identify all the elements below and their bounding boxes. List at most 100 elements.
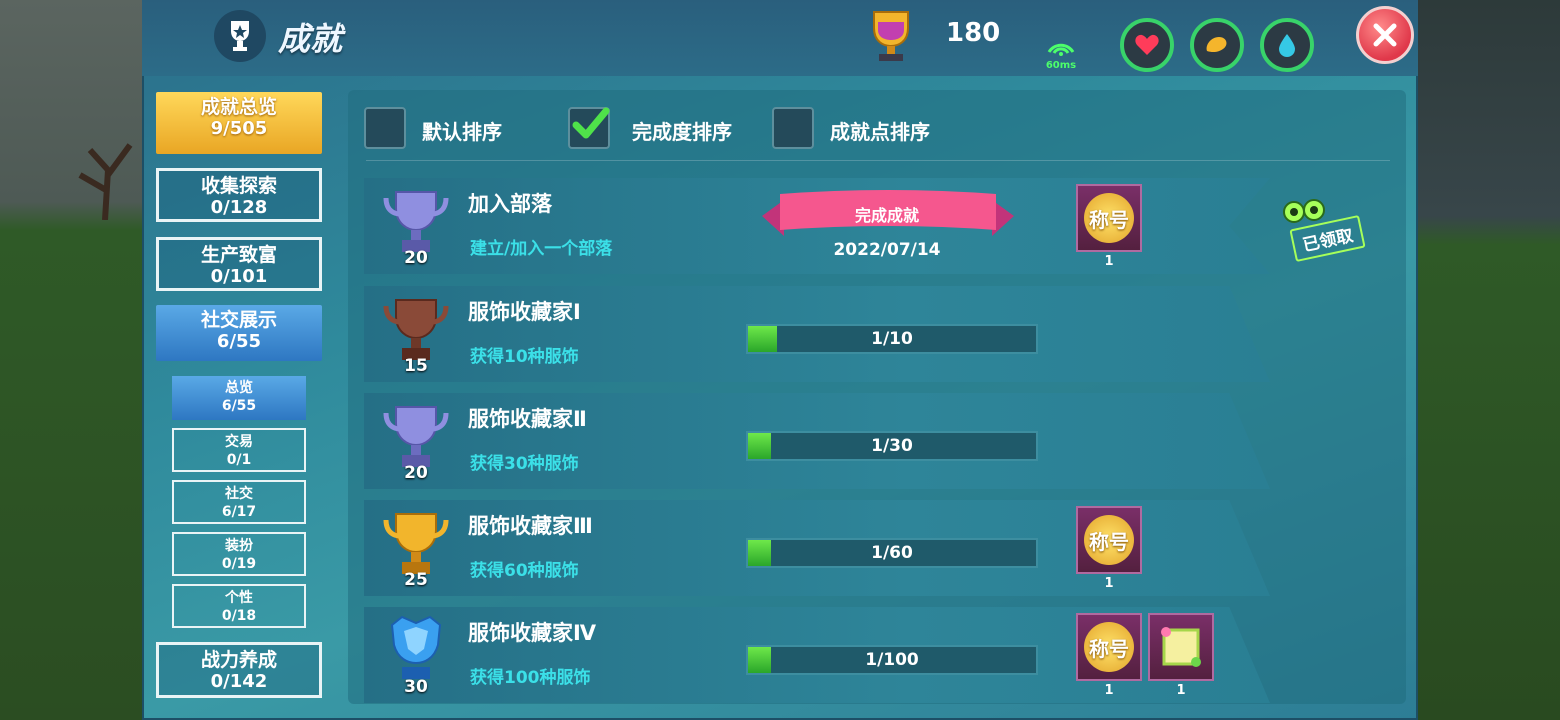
subcategory-count: 6/17 xyxy=(221,504,257,520)
trophy-points: 20 xyxy=(404,463,428,483)
close-button[interactable] xyxy=(1356,6,1414,64)
ping-value: 60ms xyxy=(1045,60,1077,71)
trophy-points: 25 xyxy=(404,570,428,590)
subcategory-dressup[interactable]: 装扮 0/19 xyxy=(172,532,306,576)
reward-count: 1 xyxy=(1104,254,1114,269)
game-world-background-left xyxy=(0,0,142,720)
category-label: 成就总览 xyxy=(200,96,277,118)
reward-count: 1 xyxy=(1104,683,1114,698)
frame-reward-button[interactable] xyxy=(1148,613,1214,681)
progress-text: 1/30 xyxy=(871,436,913,456)
achievement-description: 获得100种服饰 xyxy=(470,668,591,688)
sort-options: 默认排序 完成度排序 成就点排序 xyxy=(364,104,1394,152)
progress-bar: 1/60 xyxy=(746,538,1038,568)
silver-trophy-icon: 20 xyxy=(382,401,450,483)
subcategory-trade[interactable]: 交易 0/1 xyxy=(172,428,306,472)
achievement-points-trophy-icon xyxy=(873,11,909,61)
progress-bar: 1/10 xyxy=(746,324,1038,354)
trophy-title-icon xyxy=(214,10,266,62)
achievement-name: 服饰收藏家Ⅲ xyxy=(468,514,593,538)
subcategory-label: 个性 xyxy=(225,590,253,606)
progress-text: 1/60 xyxy=(871,543,913,563)
sort-default-checkbox[interactable] xyxy=(364,107,406,149)
category-count: 9/505 xyxy=(210,118,268,139)
crystal-trophy-icon: 30 xyxy=(382,615,450,697)
achievement-name: 服饰收藏家Ⅰ xyxy=(468,300,581,324)
achievement-row[interactable]: 20 服饰收藏家Ⅱ 获得30种服饰 1/30 xyxy=(364,393,1270,489)
category-label: 战力养成 xyxy=(200,649,277,671)
achievement-name: 服饰收藏家Ⅳ xyxy=(468,621,597,645)
subcategory-label: 总览 xyxy=(225,380,253,396)
trophy-points: 20 xyxy=(404,248,428,268)
thirst-button[interactable] xyxy=(1260,18,1314,72)
decor-frame-icon xyxy=(1161,627,1201,667)
sort-points-label: 成就点排序 xyxy=(830,120,930,144)
bronze-trophy-icon: 15 xyxy=(382,294,450,376)
subcategory-overview[interactable]: 总览 6/55 xyxy=(172,376,306,420)
achievement-panel: 成就 180 60ms 成就总览 9/505 收集探索 0/128 生产致富 0… xyxy=(142,0,1418,720)
heart-icon xyxy=(1135,34,1159,55)
title-reward-button[interactable]: 称号 xyxy=(1076,613,1142,681)
water-drop-icon xyxy=(1279,34,1295,57)
achievement-row[interactable]: 15 服饰收藏家Ⅰ 获得10种服饰 1/10 xyxy=(364,286,1270,382)
subcategory-count: 6/55 xyxy=(221,398,257,414)
completion-date: 2022/07/14 xyxy=(833,240,941,260)
category-label: 生产致富 xyxy=(200,244,277,266)
game-world-background-right xyxy=(1418,0,1560,720)
subcategory-label: 装扮 xyxy=(225,538,253,554)
achievement-row[interactable]: 25 服饰收藏家Ⅲ 获得60种服饰 1/60 称号 1 xyxy=(364,500,1270,596)
heart-button[interactable] xyxy=(1120,18,1174,72)
category-label: 收集探索 xyxy=(200,175,277,197)
achievement-description: 获得60种服饰 xyxy=(470,561,579,581)
checkmark-icon xyxy=(572,107,610,139)
bare-tree-icon xyxy=(78,143,133,220)
category-overview[interactable]: 成就总览 9/505 xyxy=(156,92,322,154)
gold-trophy-icon: 25 xyxy=(382,508,450,590)
progress-bar: 1/100 xyxy=(746,645,1038,675)
achievement-row[interactable]: 30 服饰收藏家Ⅳ 获得100种服饰 1/100 称号 1 1 xyxy=(364,607,1270,703)
completed-status: 完成成就 xyxy=(854,206,919,225)
reward-count: 1 xyxy=(1104,576,1114,591)
subcategory-label: 社交 xyxy=(225,486,253,502)
progress-bar: 1/30 xyxy=(746,431,1038,461)
progress-text: 1/100 xyxy=(865,650,919,670)
subcategory-count: 0/1 xyxy=(226,452,252,468)
subcategory-personality[interactable]: 个性 0/18 xyxy=(172,584,306,628)
network-signal-icon: 60ms xyxy=(1040,36,1082,72)
subcategory-label: 交易 xyxy=(225,434,253,450)
trophy-points: 30 xyxy=(404,677,428,697)
close-icon xyxy=(1373,23,1397,47)
title-reward-label: 称号 xyxy=(1084,515,1134,565)
page-title: 成就 xyxy=(278,20,343,58)
achievement-description: 获得10种服饰 xyxy=(470,347,579,367)
hunger-button[interactable] xyxy=(1190,18,1244,72)
subcategory-count: 0/19 xyxy=(221,556,257,572)
reward-count: 1 xyxy=(1176,683,1186,698)
category-count: 0/142 xyxy=(210,671,268,692)
achievement-row[interactable]: 20 加入部落 建立/加入一个部落 完成成就 2022/07/14 称号 1 xyxy=(364,178,1270,274)
drumstick-icon xyxy=(1206,37,1227,53)
title-reward-button[interactable]: 称号 xyxy=(1076,506,1142,574)
category-count: 6/55 xyxy=(216,331,262,352)
category-label: 社交展示 xyxy=(200,309,277,331)
silver-trophy-icon: 20 xyxy=(382,186,450,268)
sort-divider xyxy=(366,160,1390,161)
sort-completion-checkbox[interactable] xyxy=(568,107,610,149)
sort-default-label: 默认排序 xyxy=(422,120,502,144)
achievement-description: 获得30种服饰 xyxy=(470,454,579,474)
category-collect-explore[interactable]: 收集探索 0/128 xyxy=(156,168,322,222)
title-reward-button[interactable]: 称号 xyxy=(1076,184,1142,252)
achievement-points-value: 180 xyxy=(946,18,1001,48)
achievement-name: 服饰收藏家Ⅱ xyxy=(468,407,587,431)
subcategory-social[interactable]: 社交 6/17 xyxy=(172,480,306,524)
achievement-description: 建立/加入一个部落 xyxy=(470,239,613,259)
category-production[interactable]: 生产致富 0/101 xyxy=(156,237,322,291)
category-combat[interactable]: 战力养成 0/142 xyxy=(156,642,322,698)
subcategory-count: 0/18 xyxy=(221,608,257,624)
achievement-list-panel: 默认排序 完成度排序 成就点排序 20 加入部落 建立/加入一个部落 完成成就 … xyxy=(348,90,1406,704)
category-social[interactable]: 社交展示 6/55 xyxy=(156,305,322,361)
title-reward-label: 称号 xyxy=(1084,193,1134,243)
category-count: 0/128 xyxy=(210,197,268,218)
progress-text: 1/10 xyxy=(871,329,913,349)
sort-points-checkbox[interactable] xyxy=(772,107,814,149)
